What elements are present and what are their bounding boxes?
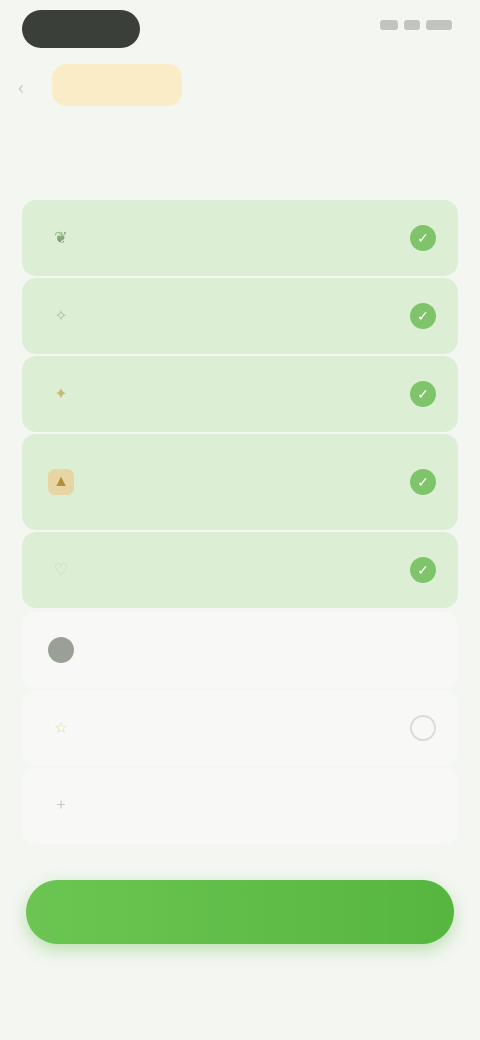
wifi-icon (404, 20, 420, 30)
battery-icon (426, 20, 452, 30)
option-item-6[interactable] (22, 612, 458, 688)
sparkle-icon: ✧ (54, 308, 68, 325)
plus-icon: + (56, 797, 66, 814)
option-item-2[interactable]: ✧ ✓ (22, 278, 458, 354)
option-item-3[interactable]: ✦ ✓ (22, 356, 458, 432)
checkmark-icon: ✓ (410, 303, 436, 329)
status-indicators (380, 20, 452, 30)
checkmark-icon: ✓ (410, 469, 436, 495)
signal-icon (380, 20, 398, 30)
circle-icon (48, 637, 74, 663)
bulb-icon: ✦ (54, 386, 68, 403)
star-icon: ☆ (53, 720, 69, 737)
option-item-1[interactable]: ❦ ✓ (22, 200, 458, 276)
back-chevron-icon[interactable]: ‹ (18, 78, 24, 99)
leaf-icon: ❦ (54, 230, 68, 247)
checkmark-icon: ✓ (410, 557, 436, 583)
checkbox-empty-icon: ✓ (410, 715, 436, 741)
continue-button[interactable] (26, 880, 454, 944)
progress-badge (52, 64, 182, 106)
status-time-pill (22, 10, 140, 48)
option-item-7[interactable]: ☆ ✓ (22, 690, 458, 766)
checkmark-icon: ✓ (410, 225, 436, 251)
checkmark-icon: ✓ (410, 381, 436, 407)
heart-icon: ♡ (53, 562, 69, 579)
option-item-4[interactable]: ▲ ✓ (22, 434, 458, 530)
option-item-8[interactable]: + (22, 768, 458, 844)
trophy-icon: ▲ (48, 469, 74, 495)
option-item-5[interactable]: ♡ ✓ (22, 532, 458, 608)
